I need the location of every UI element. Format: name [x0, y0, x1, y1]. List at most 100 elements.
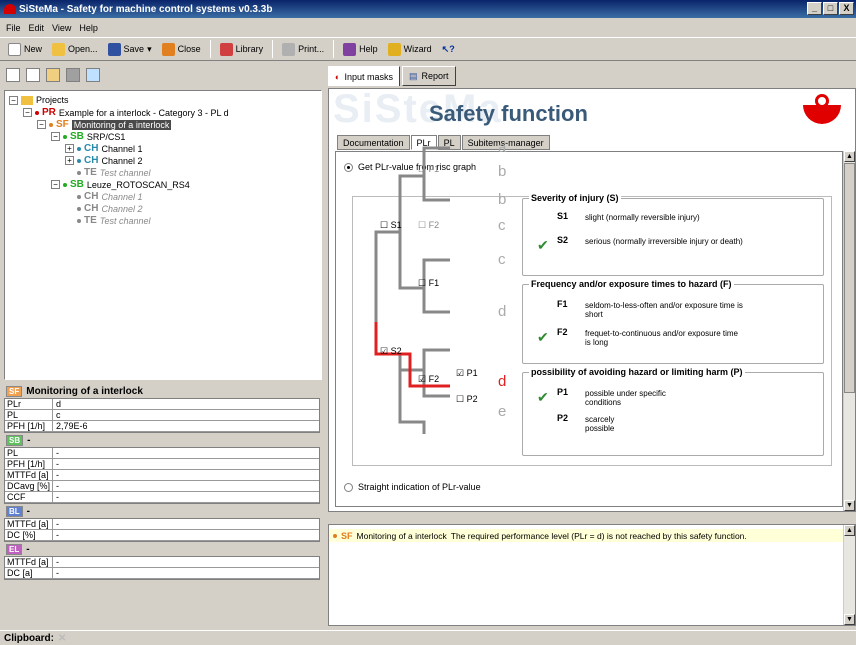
node-p2-lower[interactable]: ☐ P2 — [456, 394, 478, 404]
wand-icon — [387, 42, 401, 56]
node-f1-upper[interactable]: ☐ F1 — [418, 164, 439, 174]
property-value: c — [56, 410, 61, 420]
risk-graph: ☐ S1 ☑ S2 ☐ F1 ☐ F2 ☐ F1 ☑ F2 ☑ P1 ☐ P2 … — [374, 139, 507, 434]
paste-icon[interactable] — [86, 68, 100, 82]
help-button[interactable]: Help — [339, 41, 382, 58]
option-code: F1 — [557, 299, 568, 309]
collapse-icon[interactable]: − — [51, 180, 60, 189]
delete-icon[interactable] — [66, 68, 80, 82]
property-row: PLr d — [5, 399, 319, 410]
tree-node-channel-2[interactable]: + CH Channel 2 — [65, 155, 143, 166]
tag-sb: SB — [70, 131, 84, 142]
print-button[interactable]: Print... — [278, 41, 328, 58]
collapse-icon[interactable]: − — [23, 108, 32, 117]
collapse-icon[interactable]: − — [51, 132, 60, 141]
scroll-up-button[interactable]: ▲ — [844, 525, 855, 536]
tree-node-subsystem-2[interactable]: − SB Leuze_ROTOSCAN_RS4 — [51, 179, 190, 190]
wizard-button[interactable]: Wizard — [384, 41, 436, 58]
close-folder-icon — [161, 42, 175, 56]
severity-group: Severity of injury (S) S1 slight (normal… — [522, 193, 824, 276]
tree-node-test-channel-2[interactable]: TE Test channel — [77, 215, 151, 226]
tree-node-test-channel[interactable]: TE Test channel — [77, 167, 151, 178]
report-icon: ▤ — [408, 70, 418, 81]
tree-node-channel-3[interactable]: CH Channel 1 — [77, 191, 143, 202]
maximize-button[interactable]: □ — [823, 2, 838, 15]
menu-file[interactable]: File — [6, 23, 21, 33]
expand-icon[interactable]: + — [65, 144, 74, 153]
collapse-icon[interactable]: − — [9, 95, 18, 105]
title-bar: SiSteMa - Safety for machine control sys… — [0, 0, 856, 18]
open-button[interactable]: Open... — [48, 41, 102, 58]
menu-help[interactable]: Help — [79, 23, 98, 33]
scroll-up-button[interactable]: ▲ — [844, 151, 855, 162]
tree-label: Test channel — [99, 167, 151, 178]
scroll-down-button[interactable]: ▼ — [844, 500, 855, 511]
property-value: - — [56, 448, 59, 458]
tree-node-channel-1[interactable]: + CH Channel 1 — [65, 143, 143, 154]
new-project-icon[interactable] — [6, 68, 20, 82]
option-f1[interactable]: F1 — [557, 299, 568, 309]
node-f2-upper[interactable]: ☐ F2 — [418, 220, 439, 230]
right-scrollbar[interactable]: ▲ ▼ — [843, 151, 855, 511]
tree-node-projects[interactable]: − Projects — [9, 95, 69, 105]
frequency-group: Frequency and/or exposure times to hazar… — [522, 279, 824, 364]
new-item-icon[interactable] — [26, 68, 40, 82]
option-s1[interactable]: S1 — [557, 211, 568, 221]
property-key: PLr — [5, 399, 53, 409]
close-label: Close — [177, 44, 201, 54]
save-button[interactable]: Save ▾ — [104, 41, 156, 58]
property-row: PL c — [5, 410, 319, 421]
message-text: The required performance level (PLr = d)… — [450, 530, 747, 541]
tag-pr: PR — [42, 107, 56, 118]
copy-icon[interactable] — [46, 68, 60, 82]
help-book-icon — [343, 42, 357, 56]
disk-icon — [107, 42, 121, 56]
main-toolbar: New Open... Save ▾ Close Library Print...… — [0, 37, 856, 61]
new-button[interactable]: New — [4, 41, 46, 58]
property-key: PFH [1/h] — [5, 421, 53, 431]
node-s1[interactable]: ☐ S1 — [380, 220, 402, 230]
node-p1-selected[interactable]: ☑ P1 — [456, 368, 478, 378]
library-button[interactable]: Library — [216, 41, 268, 58]
message-scrollbar[interactable]: ▲ ▼ — [843, 525, 855, 625]
property-key: DCavg [%] — [5, 481, 53, 491]
node-s2[interactable]: ☑ S2 — [380, 346, 402, 356]
tab-input-masks[interactable]: ◐ Input masks — [328, 66, 400, 86]
option-p2[interactable]: P2 — [557, 413, 568, 423]
message-pane: SF Monitoring of a interlock The require… — [328, 524, 856, 626]
sb-badge: SB — [6, 434, 24, 446]
option-f2[interactable]: F2 — [557, 327, 568, 337]
context-help-button[interactable]: ↖? — [438, 42, 459, 57]
collapse-icon[interactable]: − — [37, 120, 46, 129]
menu-view[interactable]: View — [52, 23, 71, 33]
tree-node-safety-function[interactable]: − SF Monitoring of a interlock — [37, 119, 172, 130]
tab-report[interactable]: ▤ Report — [401, 66, 456, 86]
message-row[interactable]: SF Monitoring of a interlock The require… — [329, 529, 847, 542]
option-s2[interactable]: S2 — [557, 235, 568, 245]
property-value: d — [56, 399, 62, 409]
library-label: Library — [235, 44, 264, 54]
option-p1[interactable]: P1 — [557, 387, 568, 397]
menu-edit[interactable]: Edit — [29, 23, 45, 33]
close-window-button[interactable]: X — [839, 2, 854, 15]
expand-icon[interactable]: + — [65, 156, 74, 165]
property-row: MTTFd [a] - — [5, 519, 319, 530]
scroll-thumb[interactable] — [844, 163, 855, 393]
node-f2-lower[interactable]: ☑ F2 — [418, 374, 439, 384]
property-row: DC [a] - — [5, 568, 319, 579]
tree-node-project[interactable]: − PR Example for a interlock - Category … — [23, 107, 229, 118]
close-button[interactable]: Close — [158, 41, 205, 58]
toolbar-separator — [333, 40, 335, 58]
sf-properties-table: PLr d PL c PFH [1/h] 2,79E-6 — [4, 398, 320, 433]
checkmark-icon: ✔ — [537, 237, 549, 253]
minimize-button[interactable]: _ — [807, 2, 822, 15]
radio-straight-indication[interactable]: Straight indication of PLr-value — [344, 482, 481, 492]
node-f1-lower[interactable]: ☐ F1 — [418, 278, 439, 288]
new-file-icon — [8, 42, 21, 56]
option-code: P1 — [557, 387, 569, 397]
tree-node-subsystem-1[interactable]: − SB SRP/CS1 — [51, 131, 125, 142]
scroll-down-button[interactable]: ▼ — [844, 614, 855, 625]
property-value: - — [56, 470, 59, 480]
el-properties-table: MTTFd [a] - DC [a] - — [4, 556, 320, 580]
tree-node-channel-4[interactable]: CH Channel 2 — [77, 203, 143, 214]
